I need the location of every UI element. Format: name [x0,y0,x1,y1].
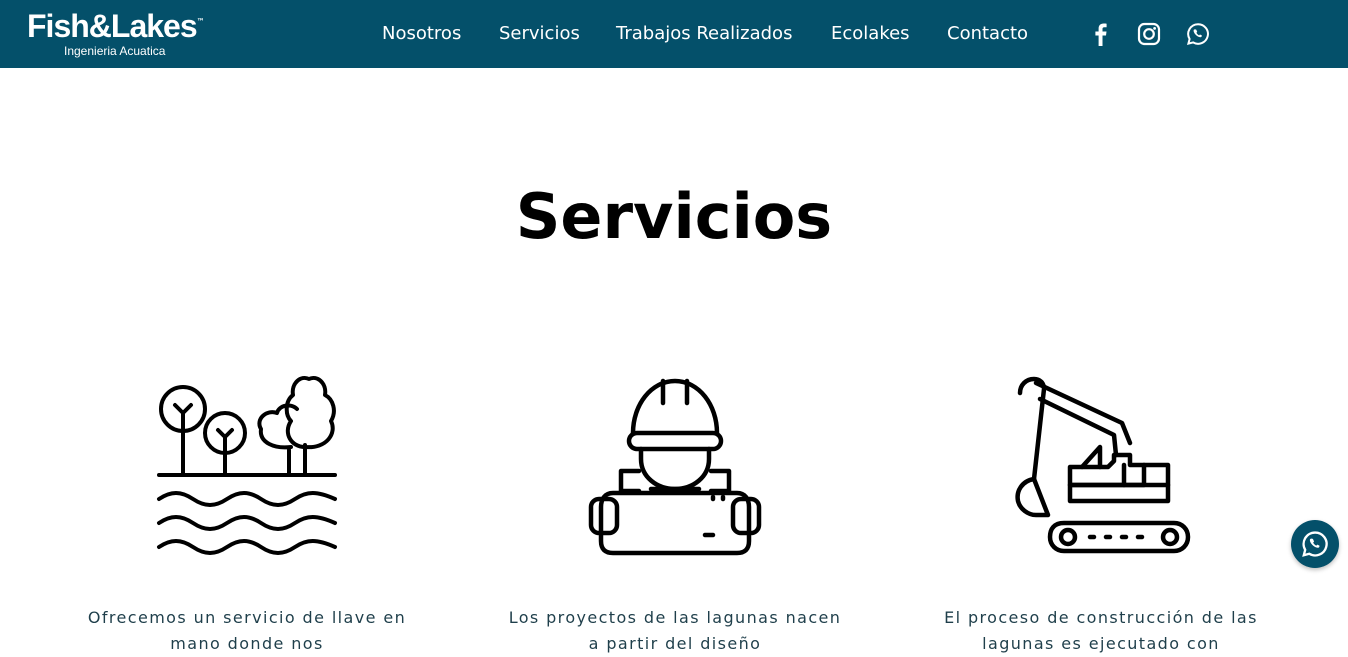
trees-lake-icon [155,375,339,564]
service-text-2: Los proyectos de las lagunas nacen a par… [508,608,842,653]
brand-name: Fish&Lakes [27,8,198,44]
nav-item-ecolakes[interactable]: Ecolakes [831,23,910,44]
brand-logo[interactable]: Fish&Lakes™ Ingenieria Acuatica [27,8,205,58]
facebook-icon[interactable] [1087,20,1115,48]
brand-tm: ™ [196,17,205,26]
instagram-icon[interactable] [1135,20,1163,48]
excavator-icon [1010,375,1192,561]
engineer-with-plans-icon [585,375,765,561]
whatsapp-icon[interactable] [1184,20,1212,48]
brand-tagline: Ingenieria Acuatica [64,44,166,58]
service-text-3: El proceso de construcción de las laguna… [944,608,1258,653]
service-text-1: Ofrecemos un servicio de llave en mano d… [87,608,407,653]
floating-whatsapp-button[interactable] [1291,520,1339,568]
page-title: Servicios [515,180,833,253]
nav-item-contacto[interactable]: Contacto [947,23,1028,44]
whatsapp-icon [1302,531,1328,557]
site-header: Fish&Lakes™ Ingenieria Acuatica Nosotros… [0,0,1348,68]
nav-item-nosotros[interactable]: Nosotros [382,23,461,44]
nav-item-servicios[interactable]: Servicios [499,23,580,44]
nav-item-trabajos-realizados[interactable]: Trabajos Realizados [616,23,792,44]
